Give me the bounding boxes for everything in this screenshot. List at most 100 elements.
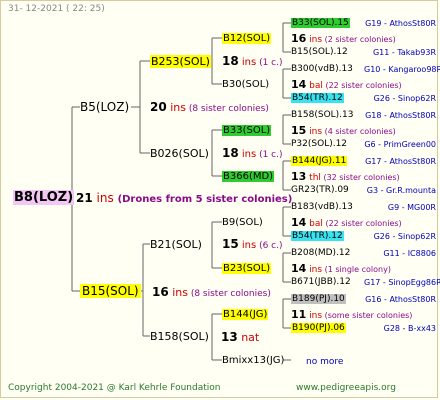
ancestor-colony[interactable]: B54(TR).12 bbox=[291, 93, 344, 103]
ins-word: ins bbox=[238, 57, 257, 68]
ins-note: (some sister colonies) bbox=[322, 311, 413, 320]
ins-count: 16 bbox=[152, 285, 169, 299]
ins-note: (1 c.) bbox=[256, 150, 283, 160]
gen5-code: G10 - Kangaroo98R bbox=[364, 63, 440, 76]
ins-note: (4 sister colonies) bbox=[322, 127, 396, 136]
gen5-entry: B158(SOL).13 bbox=[291, 109, 354, 122]
gen4-entry: B30(SOL) bbox=[222, 78, 269, 91]
gen5-entry: P32(SOL).12 bbox=[291, 138, 347, 151]
ins-note: (8 sister colonies) bbox=[187, 289, 271, 299]
breeder-code: G16 - AthosSt80R bbox=[365, 295, 436, 304]
ancestor-colony[interactable]: B33(SOL).15 bbox=[291, 18, 350, 28]
gen4-entry: B9(SOL) bbox=[222, 216, 263, 229]
footer-copyright: Copyright 2004-2021 @ Karl Kehrle Founda… bbox=[8, 383, 221, 393]
ancestor-colony[interactable]: B54(TR).12 bbox=[291, 231, 344, 241]
ancestor-colony[interactable]: B158(SOL).13 bbox=[291, 110, 354, 120]
ins-note: (22 sister colonies) bbox=[322, 81, 402, 90]
grandparent-node[interactable]: B026(SOL) bbox=[150, 147, 209, 160]
gen4-entry: B23(SOL) bbox=[222, 262, 272, 275]
ancestor-colony[interactable]: B208(MD).12 bbox=[291, 248, 350, 258]
ancestor-colony[interactable]: B190(PJ).06 bbox=[291, 323, 346, 333]
ancestor-node[interactable]: B9(SOL) bbox=[222, 217, 263, 228]
ancestor-colony[interactable]: B671(JBB).12 bbox=[291, 277, 351, 287]
ancestor-node[interactable]: B366(MD) bbox=[222, 171, 275, 182]
ins-word: ins bbox=[306, 35, 323, 45]
gen5-entry: 16 ins (2 sister colonies) bbox=[291, 32, 396, 47]
gen5-code: G16 - AthosSt80R bbox=[364, 293, 436, 306]
ancestor-node[interactable]: B23(SOL) bbox=[222, 263, 272, 274]
ancestor-node[interactable]: B33(SOL) bbox=[222, 125, 272, 136]
gen5-entry: B300(vdB).13 bbox=[291, 63, 353, 76]
ins-count: 18 bbox=[222, 54, 239, 68]
ancestor-node[interactable]: Bmixx13(JG) bbox=[222, 355, 284, 366]
gen4-entry: Bmixx13(JG) bbox=[222, 354, 284, 367]
ins-note: (1 c.) bbox=[256, 58, 283, 68]
ancestor-colony[interactable]: GR23(TR).09 bbox=[291, 185, 349, 195]
ins-word: nat bbox=[237, 331, 260, 344]
gen4-entry: B12(SOL) bbox=[222, 32, 272, 45]
gen3-entry: B158(SOL) bbox=[150, 330, 209, 343]
ancestor-colony[interactable]: B183(vdB).13 bbox=[291, 202, 353, 212]
gen4-note: no more bbox=[306, 356, 343, 369]
ancestor-colony[interactable]: B144(JG).11 bbox=[291, 156, 348, 166]
ins-count: 18 bbox=[222, 146, 239, 160]
gen5-entry: 14 bal (22 sister colonies) bbox=[291, 216, 402, 231]
ancestor-node[interactable]: B144(JG) bbox=[222, 309, 269, 320]
ins-note: (8 sister colonies) bbox=[185, 104, 269, 114]
gen4-entry: B144(JG) bbox=[222, 308, 269, 321]
parent-node[interactable]: B15(SOL) bbox=[80, 284, 141, 298]
ins-note: (6 c.) bbox=[256, 241, 283, 251]
breeder-code: G26 - Sinop62R bbox=[373, 94, 436, 103]
ins-count: 13 bbox=[291, 170, 307, 183]
gen3-ins: 20 ins (8 sister colonies) bbox=[150, 101, 269, 116]
gen5-entry: GR23(TR).09 bbox=[291, 184, 349, 197]
gen2-ins: 16 ins (8 sister colonies) bbox=[152, 286, 271, 301]
ins-note: (2 sister colonies) bbox=[322, 35, 396, 44]
grandparent-node[interactable]: B21(SOL) bbox=[150, 238, 202, 251]
breeder-code: G6 - PrimGreen00 bbox=[364, 140, 436, 149]
gen5-code: G11 - IC8806 bbox=[364, 247, 436, 260]
footer-site[interactable]: www.pedigreeapis.org bbox=[296, 383, 396, 393]
gen5-entry: B190(PJ).06 bbox=[291, 322, 346, 335]
grandparent-node[interactable]: B158(SOL) bbox=[150, 330, 209, 343]
gen5-entry: B54(TR).12 bbox=[291, 230, 344, 243]
gen4-entry: B366(MD) bbox=[222, 170, 275, 183]
ins-note: (1 single colony) bbox=[322, 265, 391, 274]
parent-node[interactable]: B5(LOZ) bbox=[80, 100, 129, 114]
ancestor-node[interactable]: B30(SOL) bbox=[222, 79, 269, 90]
gen4-ins: 15 ins (6 c.) bbox=[222, 238, 283, 253]
ins-word: ins bbox=[166, 101, 186, 114]
gen3-entry: B253(SOL) bbox=[150, 55, 211, 68]
gen4-entry: B33(SOL) bbox=[222, 124, 272, 137]
gen4-ins: 18 ins (1 c.) bbox=[222, 55, 283, 70]
gen5-code: G9 - MG00R bbox=[364, 201, 436, 214]
breeder-code: G26 - Sinop62R bbox=[373, 232, 436, 241]
breeder-code: G17 - AthosSt80R bbox=[365, 157, 436, 166]
ins-note: (22 sister colonies) bbox=[322, 219, 402, 228]
ancestor-colony[interactable]: B300(vdB).13 bbox=[291, 64, 353, 74]
ancestor-colony[interactable]: P32(SOL).12 bbox=[291, 139, 347, 149]
ancestor-node[interactable]: B12(SOL) bbox=[222, 33, 272, 44]
ancestor-colony[interactable]: B189(PJ).10 bbox=[291, 294, 346, 304]
gen2-entry: B15(SOL) bbox=[80, 284, 141, 298]
root-node[interactable]: B8(LOZ) bbox=[13, 190, 75, 205]
gen5-entry: 11 ins (some sister colonies) bbox=[291, 308, 412, 323]
gen5-entry: B33(SOL).15 bbox=[291, 17, 350, 30]
ins-count: 14 bbox=[291, 216, 307, 229]
gen5-code: G26 - Sinop62R bbox=[364, 230, 436, 243]
gen5-entry: B671(JBB).12 bbox=[291, 276, 351, 289]
breeder-code: G9 - MG00R bbox=[387, 203, 436, 212]
gen5-code: G17 - SinopEgg86R bbox=[364, 276, 440, 289]
ancestor-colony[interactable]: B15(SOL).12 bbox=[291, 47, 348, 57]
breeder-code: G11 - Takab93R bbox=[372, 48, 436, 57]
ins-count: 11 bbox=[291, 308, 307, 321]
breeder-code: G17 - SinopEgg86R bbox=[364, 278, 440, 287]
gen5-code: G19 - AthosSt80R bbox=[364, 17, 436, 30]
root-ins-word: ins bbox=[96, 191, 114, 205]
gen5-entry: B144(JG).11 bbox=[291, 155, 348, 168]
grandparent-node[interactable]: B253(SOL) bbox=[150, 55, 211, 68]
gen3-ins: 13 nat bbox=[221, 331, 260, 345]
ins-word: thl bbox=[306, 173, 321, 183]
gen5-entry: 13 thl (32 sister colonies) bbox=[291, 170, 400, 185]
gen5-entry: 15 ins (4 sister colonies) bbox=[291, 124, 396, 139]
